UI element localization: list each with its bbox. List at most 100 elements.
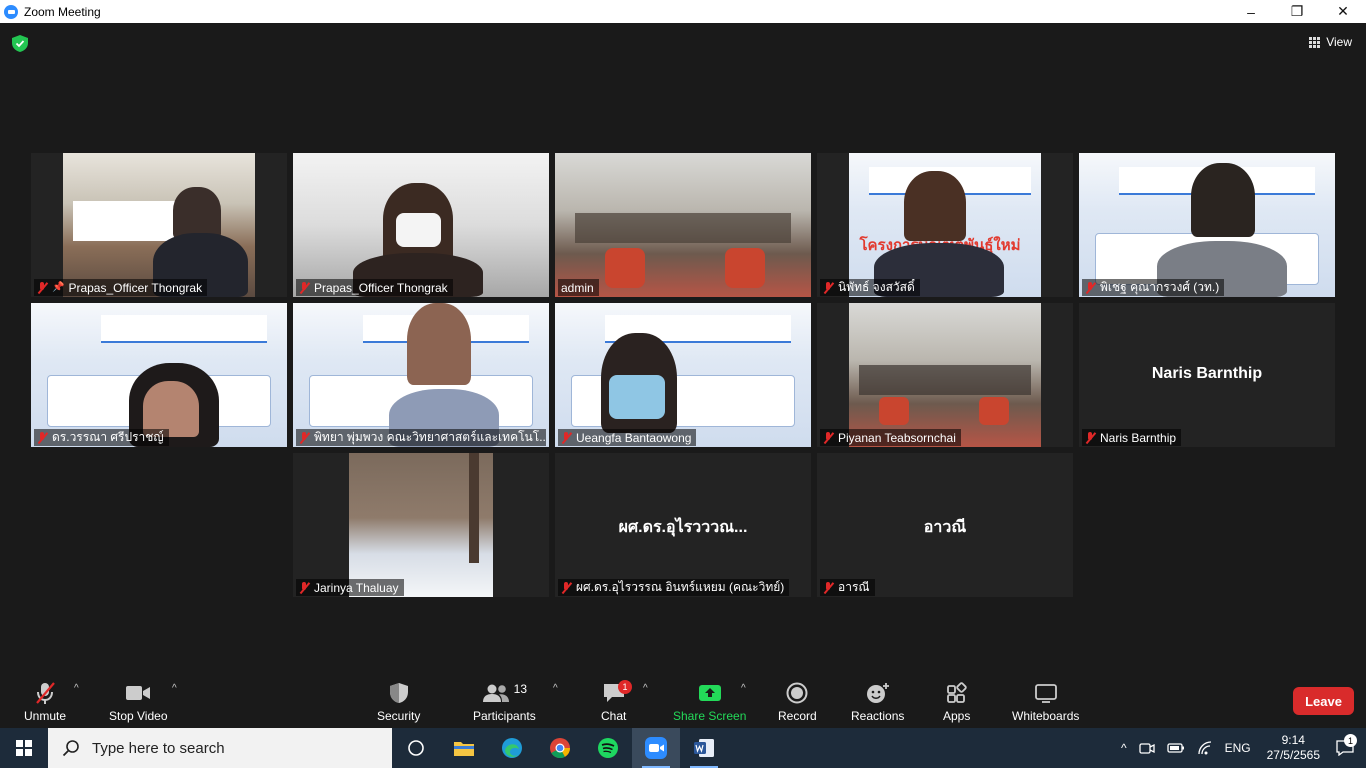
- zoom-app-icon: [645, 737, 667, 759]
- muted-mic-icon: [823, 431, 834, 444]
- video-tile[interactable]: Naris Barnthip Naris Barnthip: [1079, 303, 1335, 447]
- security-button[interactable]: Security: [377, 679, 420, 723]
- video-tile[interactable]: Ueangfa Bantaowong: [555, 303, 811, 447]
- record-button[interactable]: Record: [778, 679, 817, 723]
- taskbar-clock[interactable]: 9:14 27/5/2565: [1257, 733, 1330, 763]
- participant-label: นิพัทธ์ จงสวัสดิ์: [820, 279, 920, 296]
- system-tray: ^ ENG 9:14 27/5/2565 1: [1115, 728, 1366, 768]
- participant-video: [293, 303, 549, 447]
- participant-name: Jarinya Thaluay: [314, 580, 399, 595]
- video-tile-active-speaker[interactable]: admin: [555, 153, 811, 297]
- language-indicator[interactable]: ENG: [1219, 741, 1257, 755]
- video-tile[interactable]: 📌 Prapas_Officer Thongrak: [31, 153, 287, 297]
- leave-button[interactable]: Leave: [1293, 687, 1354, 715]
- share-screen-button[interactable]: Share Screen: [673, 679, 746, 723]
- video-tile[interactable]: Jarinya Thaluay: [293, 453, 549, 597]
- participant-name: นิพัทธ์ จงสวัสดิ์: [838, 280, 915, 294]
- participant-video: [31, 303, 287, 447]
- encryption-shield-icon[interactable]: [12, 35, 28, 52]
- video-tile[interactable]: ดร.วรรณา ศรีปราชญ์: [31, 303, 287, 447]
- participant-label: Ueangfa Bantaowong: [558, 429, 697, 446]
- minimize-button[interactable]: –: [1228, 0, 1274, 23]
- video-tile[interactable]: พิทยา พุ่มพวง คณะวิทยาศาสตร์และเทคโนโ...: [293, 303, 549, 447]
- participant-name: admin: [561, 280, 594, 295]
- security-label: Security: [377, 709, 421, 723]
- view-label: View: [1326, 35, 1352, 49]
- muted-mic-icon: [1085, 281, 1096, 294]
- unmute-button[interactable]: Unmute: [24, 679, 66, 723]
- video-tile[interactable]: โครงการบัณฑิตพันธุ์ใหม่ นิพัทธ์ จงสวัสดิ…: [817, 153, 1073, 297]
- muted-mic-icon: [299, 431, 310, 444]
- participant-label: Piyanan Teabsornchai: [820, 429, 961, 446]
- share-screen-caret-icon[interactable]: ^: [741, 683, 746, 694]
- meeting-toolbar: Unmute ^ Stop Video ^ Security 13 Partic…: [0, 675, 1366, 728]
- participant-display-name: Naris Barnthip: [1151, 365, 1263, 382]
- muted-mic-icon: [299, 581, 310, 594]
- close-button[interactable]: ✕: [1320, 0, 1366, 23]
- grid-view-icon: [1309, 36, 1321, 48]
- windows-taskbar: Type here to search ^ ENG 9:14 27/5/2565…: [0, 728, 1366, 768]
- wifi-icon[interactable]: [1191, 741, 1219, 755]
- participant-display-name: อาวณี: [923, 519, 967, 536]
- reactions-label: Reactions: [851, 709, 905, 723]
- edge-icon: [502, 738, 522, 758]
- muted-mic-icon: [823, 281, 834, 294]
- apps-icon: [946, 682, 967, 703]
- taskbar-search-box[interactable]: Type here to search: [48, 728, 392, 768]
- chrome-browser-app[interactable]: [536, 728, 584, 768]
- task-view-button[interactable]: [392, 728, 440, 768]
- share-screen-label: Share Screen: [673, 709, 747, 723]
- participant-label: Naris Barnthip: [1082, 429, 1182, 446]
- unmute-label: Unmute: [24, 709, 67, 723]
- video-tile[interactable]: Piyanan Teabsornchai: [817, 303, 1073, 447]
- meet-now-icon[interactable]: [1133, 741, 1161, 755]
- muted-mic-icon: [823, 581, 834, 594]
- video-tile[interactable]: พิเชฐ คุณากรวงศ์ (วท.): [1079, 153, 1335, 297]
- battery-icon[interactable]: [1161, 742, 1191, 754]
- muted-mic-icon: [37, 431, 48, 444]
- video-options-caret-icon[interactable]: ^: [172, 683, 177, 694]
- participant-name: ดร.วรรณา ศรีปราชญ์: [52, 430, 164, 444]
- file-explorer-app[interactable]: [440, 728, 488, 768]
- view-button[interactable]: View: [1309, 35, 1352, 49]
- participants-button[interactable]: 13 Participants: [473, 679, 536, 723]
- participant-label: พิทยา พุ่มพวง คณะวิทยาศาสตร์และเทคโนโ...: [296, 429, 546, 446]
- participant-name: ผศ.ดร.อุไรวรรณ อินทร์แหยม (คณะวิทย์): [576, 580, 785, 594]
- maximize-button[interactable]: ❐: [1274, 0, 1320, 23]
- folder-icon: [454, 742, 474, 756]
- video-tile[interactable]: Prapas_Officer Thongrak: [293, 153, 549, 297]
- chat-caret-icon[interactable]: ^: [643, 683, 648, 694]
- notification-center-button[interactable]: 1: [1330, 734, 1366, 756]
- stop-video-button[interactable]: Stop Video: [109, 679, 168, 723]
- participant-name: Ueangfa Bantaowong: [576, 430, 692, 445]
- participant-name: พิเชฐ คุณากรวงศ์ (วท.): [1100, 280, 1220, 294]
- zoom-logo-icon: [4, 4, 18, 19]
- participants-caret-icon[interactable]: ^: [553, 683, 558, 694]
- search-icon: [62, 740, 79, 757]
- video-tile[interactable]: อาวณี อารณี: [817, 453, 1073, 597]
- spotify-app[interactable]: [584, 728, 632, 768]
- muted-mic-icon: [299, 281, 310, 294]
- chat-button[interactable]: Chat 1: [601, 679, 632, 723]
- whiteboards-button[interactable]: Whiteboards: [1012, 679, 1079, 723]
- show-hidden-icons-chevron-icon[interactable]: ^: [1115, 741, 1133, 755]
- clock-time: 9:14: [1281, 733, 1305, 747]
- audio-options-caret-icon[interactable]: ^: [74, 683, 79, 694]
- reactions-button[interactable]: Reactions: [851, 679, 904, 723]
- edge-browser-app[interactable]: [488, 728, 536, 768]
- participant-label: 📌 Prapas_Officer Thongrak: [34, 279, 208, 296]
- record-icon: [786, 682, 808, 704]
- microphone-muted-icon: [36, 682, 55, 704]
- participant-name: Prapas_Officer Thongrak: [314, 280, 448, 295]
- task-view-icon: [408, 740, 424, 756]
- window-controls: – ❐ ✕: [1228, 0, 1366, 23]
- participant-name: Piyanan Teabsornchai: [838, 430, 956, 445]
- zoom-app[interactable]: [632, 728, 680, 768]
- pin-icon: 📌: [52, 282, 65, 293]
- search-placeholder: Type here to search: [92, 739, 225, 757]
- video-tile[interactable]: ผศ.ดร.อุไรวววณ... ผศ.ดร.อุไรวรรณ อินทร์แ…: [555, 453, 811, 597]
- apps-button[interactable]: Apps: [943, 679, 970, 723]
- participant-video: [555, 303, 811, 447]
- word-app[interactable]: [680, 728, 728, 768]
- start-button[interactable]: [0, 728, 48, 768]
